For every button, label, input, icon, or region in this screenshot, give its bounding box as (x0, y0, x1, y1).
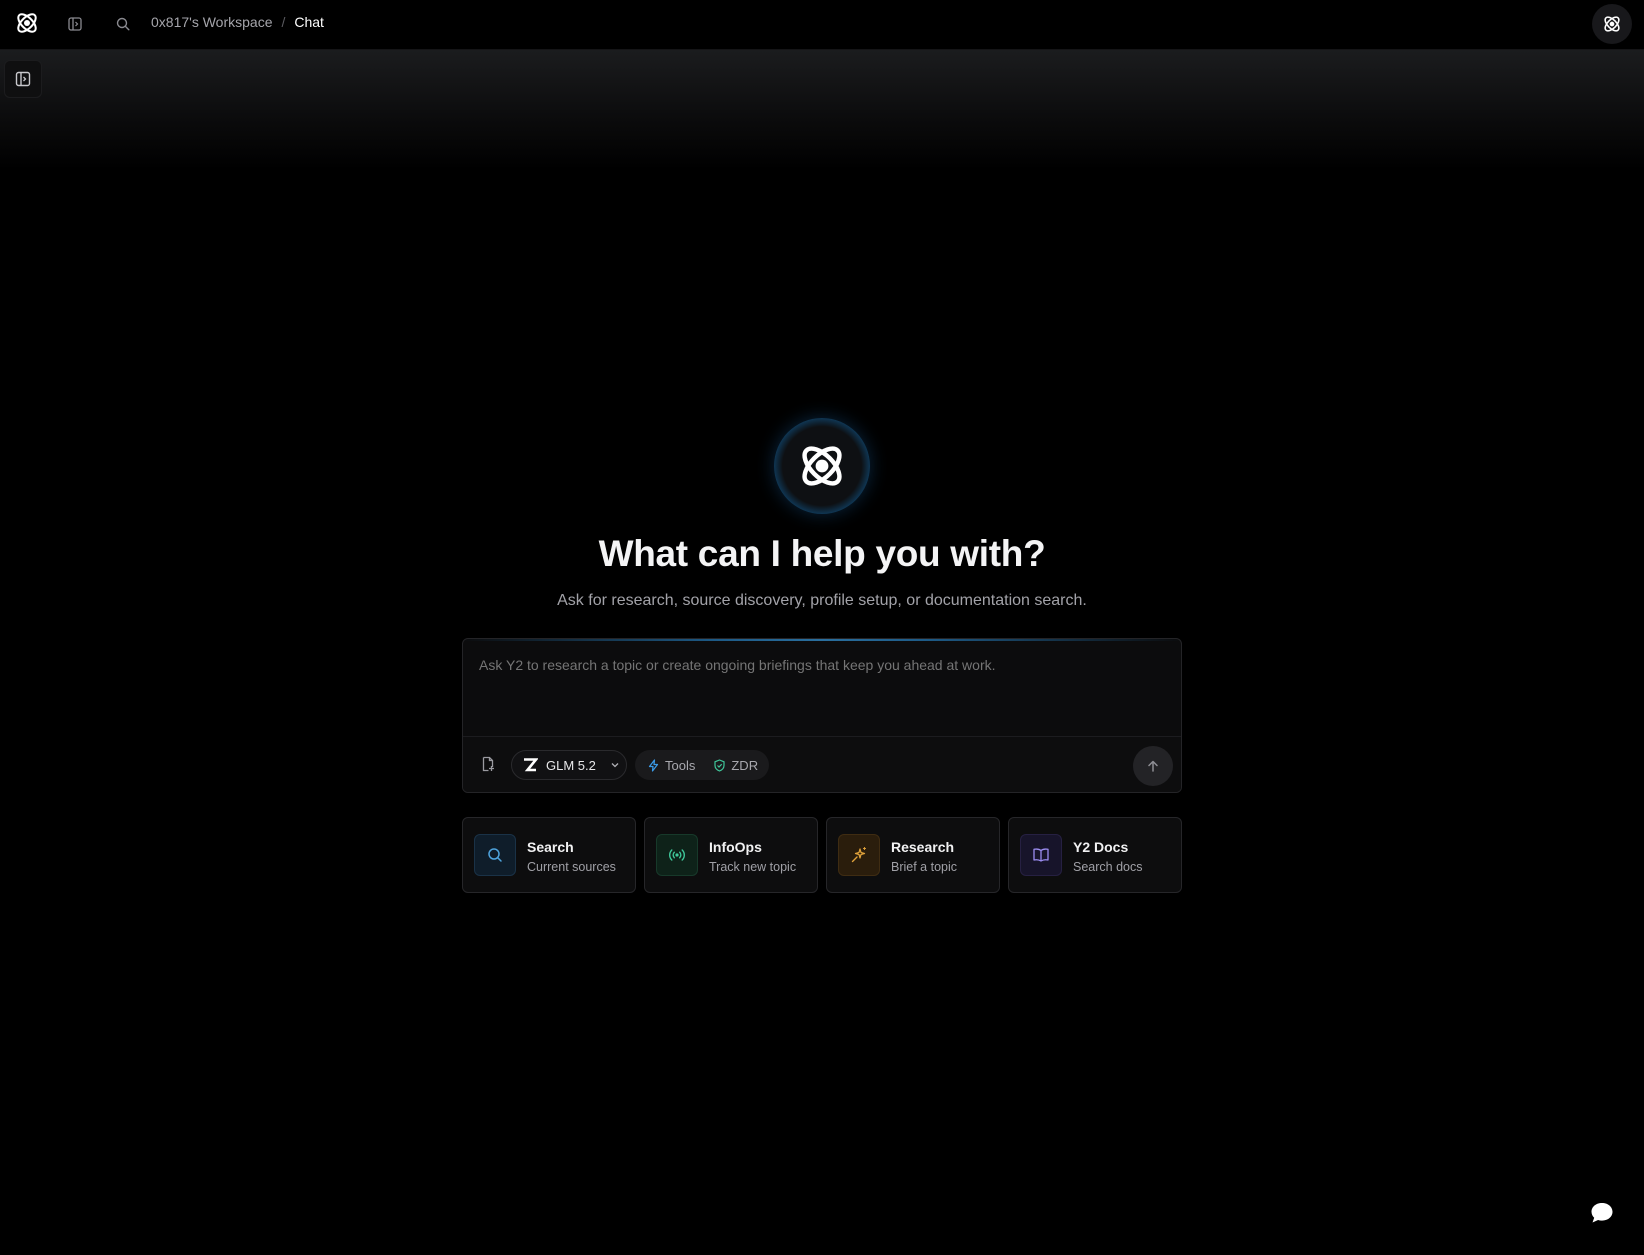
breadcrumb-workspace[interactable]: 0x817's Workspace (151, 14, 272, 30)
card-title: Y2 Docs (1073, 839, 1129, 855)
send-button[interactable] (1133, 746, 1173, 786)
sidebar-panel-icon (15, 71, 31, 87)
search-icon (474, 834, 516, 876)
broadcast-icon (656, 834, 698, 876)
breadcrumb: 0x817's Workspace / Chat (151, 14, 324, 30)
zhipu-model-icon (524, 758, 538, 772)
zdr-toggle[interactable]: ZDR (713, 758, 758, 773)
card-search[interactable]: Search Current sources (462, 817, 636, 893)
model-name: GLM 5.2 (546, 757, 596, 773)
card-title: Research (891, 839, 955, 855)
model-selector[interactable]: GLM 5.2 (511, 750, 627, 780)
breadcrumb-current: Chat (294, 14, 324, 30)
user-avatar[interactable] (1592, 4, 1632, 44)
lightning-icon (648, 758, 659, 772)
shield-check-icon (714, 758, 725, 772)
support-chat-button[interactable] (1572, 1183, 1632, 1243)
attach-file-icon[interactable] (477, 753, 499, 775)
card-subtitle: Search docs (1073, 860, 1143, 874)
card-subtitle: Track new topic (709, 860, 797, 874)
card-y2-docs[interactable]: Y2 Docs Search docs (1008, 817, 1182, 893)
app-logo-icon[interactable] (13, 9, 41, 37)
chevron-down-icon (610, 760, 620, 770)
chat-composer: GLM 5.2 Tools ZDR (462, 638, 1182, 793)
page-subtitle: Ask for research, source discovery, prof… (557, 592, 1087, 609)
tools-label: Tools (665, 757, 696, 773)
quick-actions: Search Current sources InfoOps Track new… (462, 817, 1182, 893)
card-subtitle: Brief a topic (891, 860, 958, 874)
tools-toggle[interactable]: Tools (647, 758, 695, 773)
zdr-label: ZDR (731, 757, 759, 773)
avatar-logo-icon (1604, 16, 1620, 32)
breadcrumb-separator: / (281, 14, 286, 30)
book-icon (1020, 834, 1062, 876)
search-icon[interactable] (112, 13, 134, 35)
arrow-up-icon (1148, 760, 1158, 772)
card-research[interactable]: Research Brief a topic (826, 817, 1000, 893)
chat-bubble-icon (1591, 1203, 1613, 1223)
composer-glow (463, 639, 1181, 641)
tools-toggle-group: Tools ZDR (635, 750, 769, 780)
chat-input[interactable] (479, 657, 1159, 673)
card-infoops[interactable]: InfoOps Track new topic (644, 817, 818, 893)
sidebar-toggle-icon[interactable] (64, 13, 86, 35)
page-title: What can I help you with? (598, 533, 1046, 574)
expand-sidebar-button[interactable] (4, 60, 42, 98)
card-title: Search (527, 839, 574, 855)
sparkles-icon (838, 834, 880, 876)
top-bar: 0x817's Workspace / Chat (0, 0, 1644, 50)
card-subtitle: Current sources (527, 860, 616, 874)
composer-toolbar: GLM 5.2 Tools ZDR (463, 736, 1181, 792)
card-title: InfoOps (709, 839, 762, 855)
hero-logo-icon (774, 418, 870, 514)
